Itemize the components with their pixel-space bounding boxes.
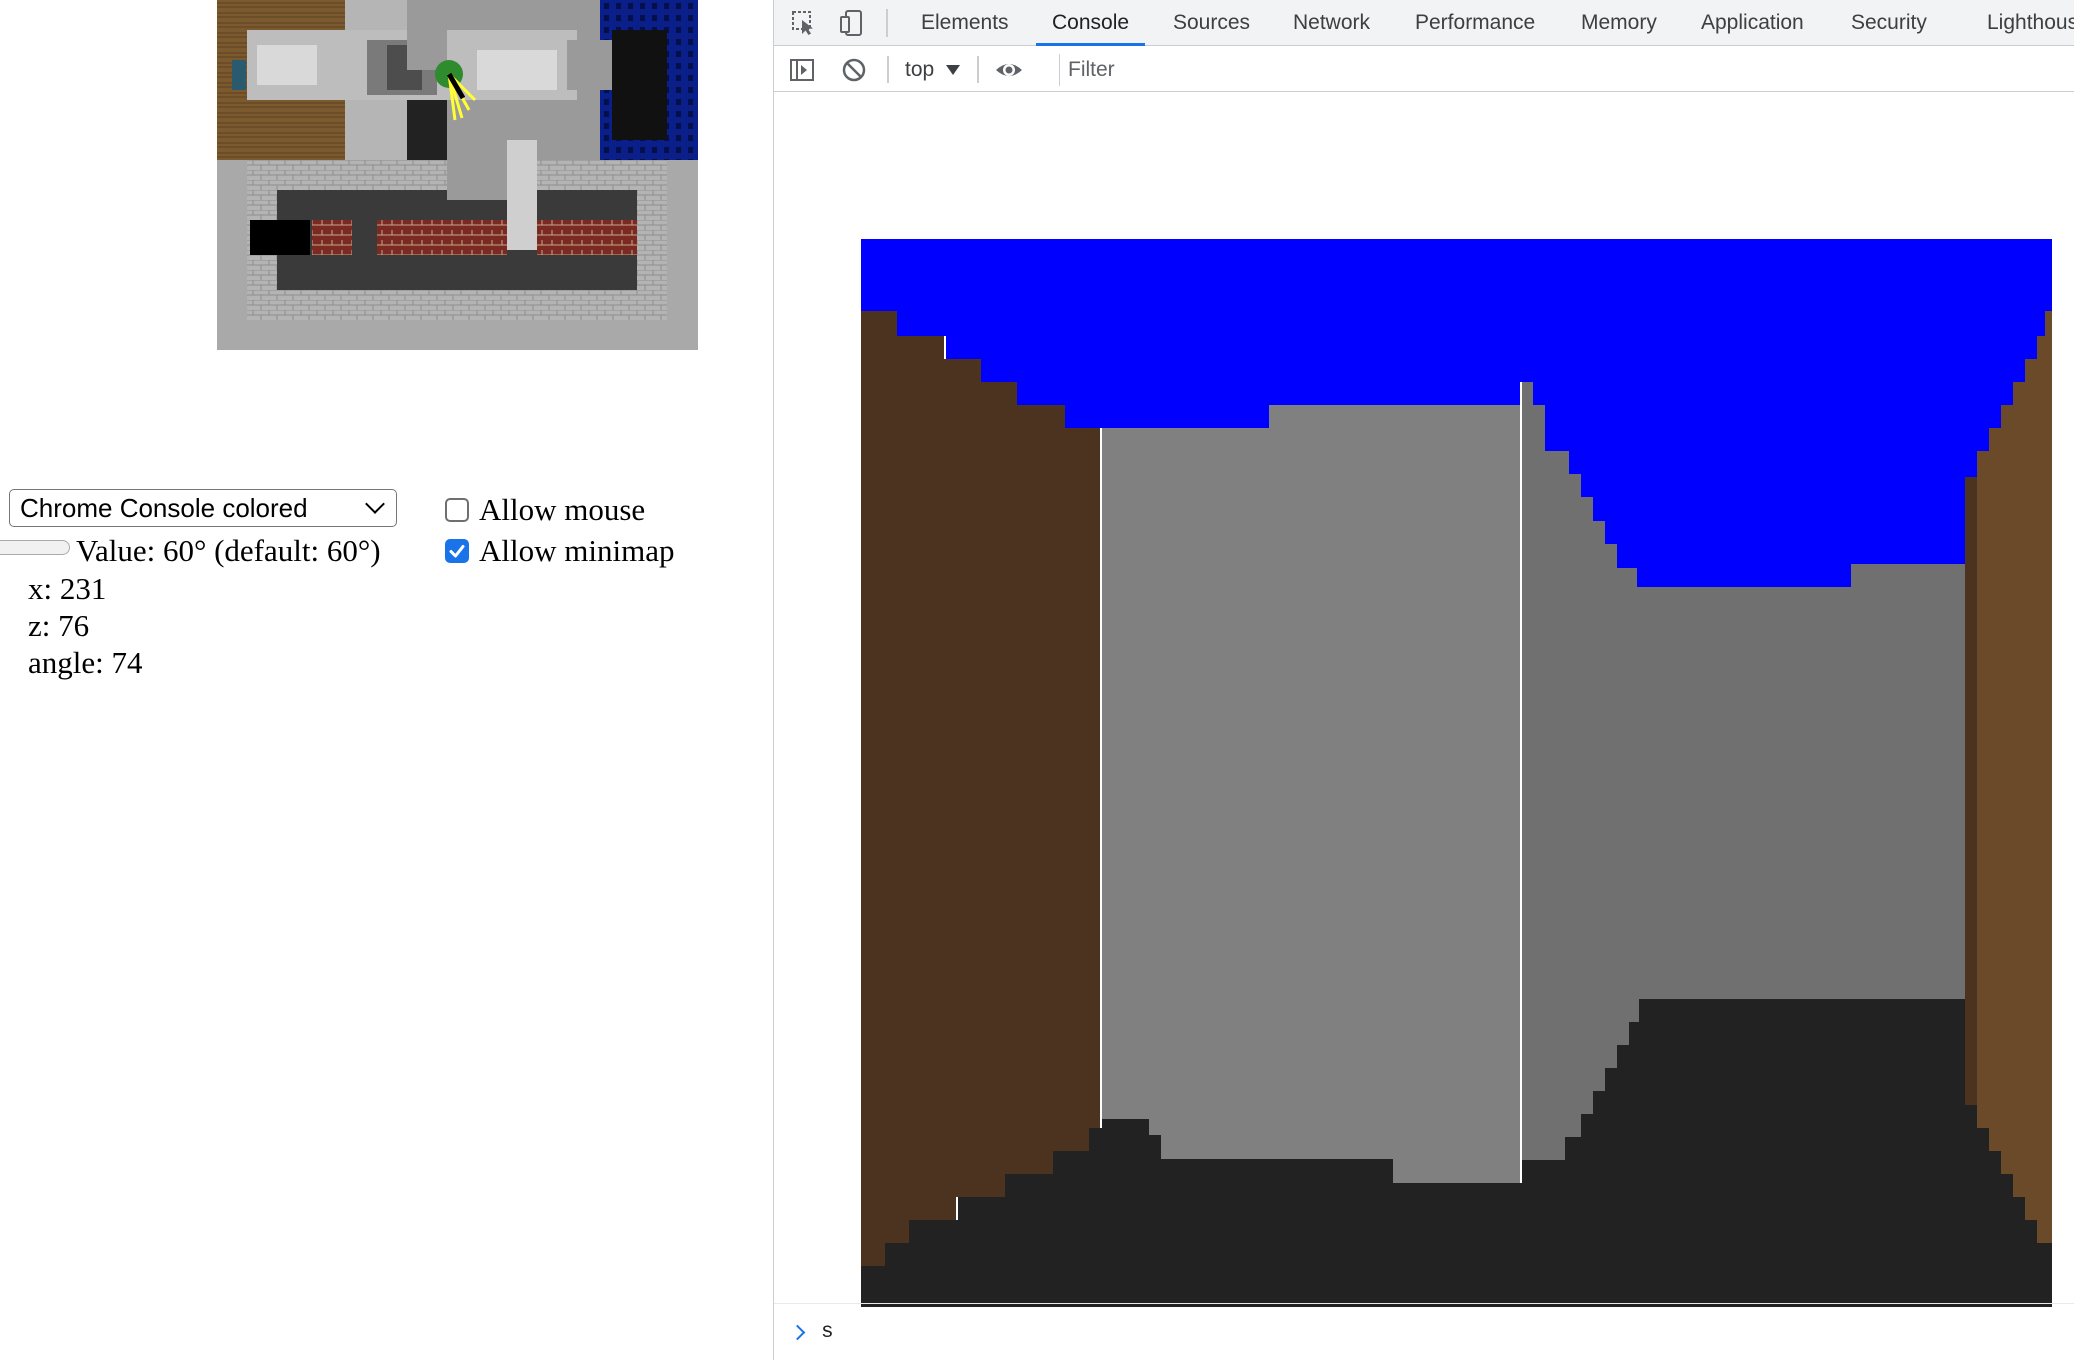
dropdown-triangle-icon: [946, 64, 961, 75]
device-toolbar-icon[interactable]: [837, 8, 867, 38]
clear-console-icon[interactable]: [838, 54, 870, 86]
console-prompt[interactable]: s: [774, 1303, 2074, 1360]
console-toolbar: top: [774, 47, 2074, 92]
tab-elements-label: Elements: [921, 11, 1009, 34]
fov-slider[interactable]: [0, 540, 70, 555]
tab-elements[interactable]: Elements: [921, 0, 1009, 46]
allow-mouse-checkbox[interactable]: [445, 498, 469, 522]
tab-console-label: Console: [1052, 11, 1130, 34]
allow-mouse-label: Allow mouse: [479, 492, 646, 527]
tab-sources[interactable]: Sources: [1173, 0, 1250, 46]
tab-network[interactable]: Network: [1293, 0, 1370, 46]
chevron-down-icon: [365, 494, 385, 514]
tab-memory-label: Memory: [1581, 11, 1657, 34]
tab-bar-separator: [886, 9, 888, 37]
tab-application-label: Application: [1701, 11, 1804, 34]
live-expression-eye-icon[interactable]: [993, 54, 1025, 86]
raycast-3d-view: [861, 239, 2052, 1307]
minimap: [217, 0, 698, 350]
game-page: Chrome Console colored Allow mouse Allow…: [0, 0, 773, 1360]
tab-lighthouse-label: Lighthous: [1987, 11, 2074, 34]
allow-minimap-option[interactable]: Allow minimap: [445, 533, 674, 569]
checkmark-icon: [449, 545, 465, 558]
toolbar-separator: [977, 56, 979, 83]
player-angle-readout: angle: 74: [28, 645, 143, 680]
tab-security-label: Security: [1851, 11, 1927, 34]
tab-application[interactable]: Application: [1701, 0, 1804, 46]
devtools-tab-bar: Elements Console Sources Network Perform…: [774, 0, 2074, 46]
allow-minimap-label: Allow minimap: [479, 533, 675, 568]
context-selector[interactable]: top: [905, 47, 961, 92]
player-z-readout: z: 76: [28, 608, 90, 643]
inspect-element-icon[interactable]: [789, 8, 819, 38]
tab-performance[interactable]: Performance: [1415, 0, 1535, 46]
tab-memory[interactable]: Memory: [1581, 0, 1657, 46]
allow-mouse-option[interactable]: Allow mouse: [445, 492, 645, 528]
tab-network-label: Network: [1293, 11, 1371, 34]
context-selector-label: top: [905, 57, 935, 81]
tab-security[interactable]: Security: [1851, 0, 1927, 46]
fov-value-text: Value: 60° (default: 60°): [76, 533, 381, 568]
console-prompt-chevron-icon: [789, 1324, 806, 1340]
tab-sources-label: Sources: [1173, 11, 1251, 34]
tab-console[interactable]: Console: [1035, 0, 1146, 46]
console-sidebar-icon[interactable]: [786, 54, 818, 86]
toolbar-separator: [887, 56, 889, 83]
tab-performance-label: Performance: [1415, 11, 1536, 34]
allow-minimap-checkbox[interactable]: [445, 539, 469, 563]
console-output-area: [774, 93, 2074, 1313]
console-prompt-input[interactable]: s: [821, 1321, 834, 1344]
console-filter-input[interactable]: [1059, 54, 2074, 86]
render-mode-select[interactable]: Chrome Console colored: [9, 489, 397, 527]
render-mode-selected-label: Chrome Console colored: [20, 492, 308, 523]
devtools-panel: Elements Console Sources Network Perform…: [773, 0, 2074, 1360]
player-x-readout: x: 231: [28, 571, 107, 606]
tab-lighthouse[interactable]: Lighthous: [1987, 0, 2074, 46]
